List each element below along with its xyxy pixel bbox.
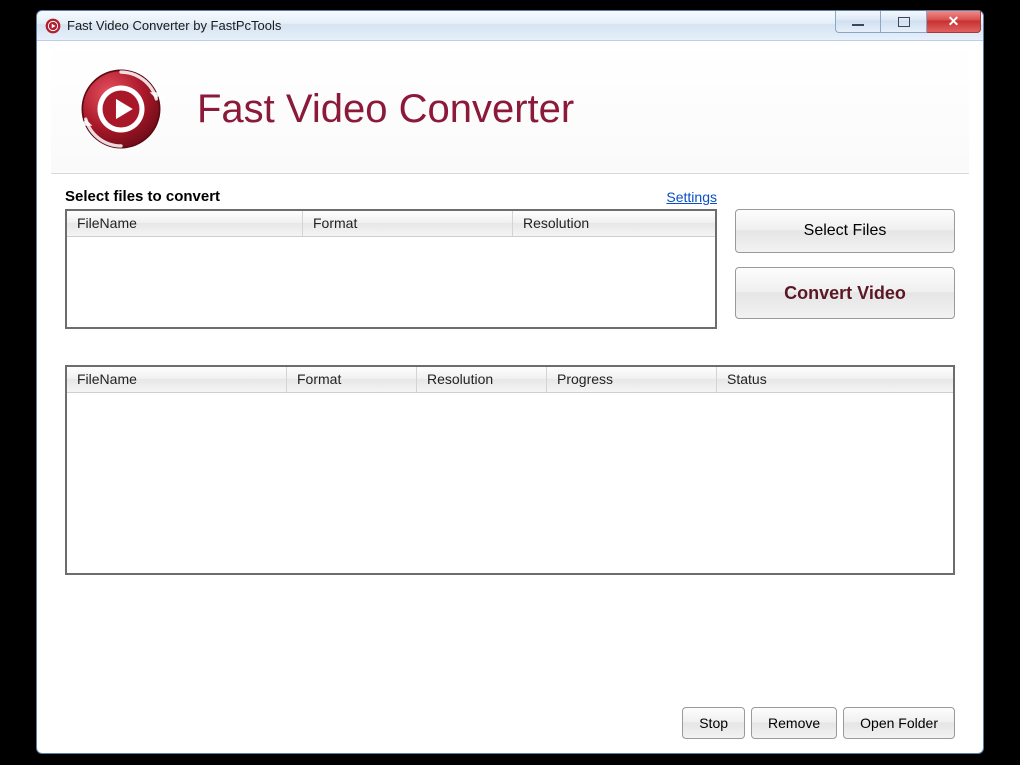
footer-buttons: Stop Remove Open Folder	[682, 707, 955, 739]
app-icon	[45, 18, 61, 34]
output-section: FileName Format Resolution Progress Stat…	[37, 329, 983, 575]
col-out-resolution[interactable]: Resolution	[417, 367, 547, 392]
col-out-format[interactable]: Format	[287, 367, 417, 392]
output-file-list[interactable]: FileName Format Resolution Progress Stat…	[65, 365, 955, 575]
window-title: Fast Video Converter by FastPcTools	[67, 18, 281, 33]
col-out-status[interactable]: Status	[717, 367, 953, 392]
close-button[interactable]: ✕	[927, 11, 981, 33]
remove-button[interactable]: Remove	[751, 707, 837, 739]
input-section-label: Select files to convert	[65, 188, 220, 205]
col-format[interactable]: Format	[303, 211, 513, 236]
settings-link[interactable]: Settings	[666, 189, 717, 205]
window-controls: ✕	[835, 11, 983, 33]
open-folder-button[interactable]: Open Folder	[843, 707, 955, 739]
col-filename[interactable]: FileName	[67, 211, 303, 236]
close-icon: ✕	[948, 13, 960, 30]
input-section-head: Select files to convert Settings	[65, 188, 955, 205]
col-out-progress[interactable]: Progress	[547, 367, 717, 392]
maximize-icon	[898, 17, 910, 27]
output-list-header: FileName Format Resolution Progress Stat…	[67, 367, 953, 393]
client-area: Fast Video Converter Select files to con…	[37, 41, 983, 575]
minimize-button[interactable]	[835, 11, 881, 33]
input-row: FileName Format Resolution Select Files …	[65, 209, 955, 329]
app-window: Fast Video Converter by FastPcTools ✕	[36, 10, 984, 754]
app-header: Fast Video Converter	[51, 41, 969, 174]
side-buttons: Select Files Convert Video	[735, 209, 955, 329]
page-title: Fast Video Converter	[197, 87, 574, 132]
col-out-filename[interactable]: FileName	[67, 367, 287, 392]
select-files-button[interactable]: Select Files	[735, 209, 955, 253]
maximize-button[interactable]	[881, 11, 927, 33]
input-file-list[interactable]: FileName Format Resolution	[65, 209, 717, 329]
input-section: Select files to convert Settings FileNam…	[37, 174, 983, 329]
title-bar[interactable]: Fast Video Converter by FastPcTools ✕	[37, 11, 983, 41]
stop-button[interactable]: Stop	[682, 707, 745, 739]
input-list-header: FileName Format Resolution	[67, 211, 715, 237]
minimize-icon	[852, 18, 864, 26]
convert-video-button[interactable]: Convert Video	[735, 267, 955, 319]
app-logo-icon	[79, 67, 163, 151]
col-resolution[interactable]: Resolution	[513, 211, 715, 236]
